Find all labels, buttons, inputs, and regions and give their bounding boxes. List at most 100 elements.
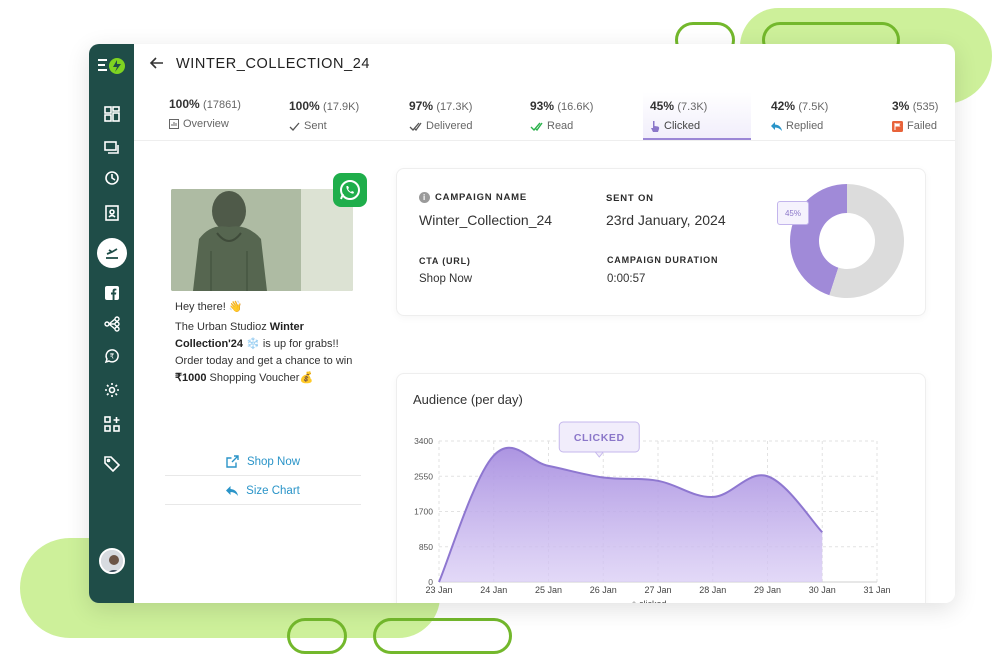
- stat-label: Sent: [304, 120, 327, 132]
- payments-icon[interactable]: ₹: [97, 342, 127, 370]
- stat-label: Overview: [183, 118, 229, 130]
- decorative-pill: [287, 618, 347, 654]
- message-text-part: The Urban Studioz: [175, 321, 270, 333]
- chat-icon[interactable]: [97, 134, 127, 162]
- stat-percent: 97%: [409, 99, 434, 113]
- stat-tab-overview[interactable]: 100% (17861) Overview: [169, 92, 269, 140]
- sidebar: ₹: [89, 44, 134, 603]
- campaign-duration-label: CAMPAIGN DURATION: [607, 255, 719, 265]
- legend-marker: [632, 601, 636, 603]
- message-body: Hey there! 👋 The Urban Studioz Winter Co…: [175, 299, 365, 387]
- decorative-pill: [373, 618, 512, 654]
- stat-percent: 3%: [892, 99, 910, 113]
- campaign-name-label: i CAMPAIGN NAME: [419, 192, 527, 203]
- stat-label: Delivered: [426, 120, 473, 132]
- shop-now-button[interactable]: Shop Now: [165, 448, 361, 476]
- contacts-icon[interactable]: [97, 199, 127, 227]
- x-tick-label: 31 Jan: [863, 585, 890, 595]
- chart-tooltip-pointer: [594, 451, 605, 458]
- facebook-icon[interactable]: [97, 279, 127, 307]
- stat-tab-failed[interactable]: 3% (535) Failed: [892, 92, 955, 140]
- info-icon[interactable]: i: [419, 192, 430, 203]
- stat-tab-replied[interactable]: 42% (7.5K) Replied: [771, 92, 871, 140]
- y-tick-label: 850: [419, 542, 433, 552]
- check-icon: [289, 122, 300, 131]
- user-avatar[interactable]: [99, 548, 125, 574]
- stats-bar: 100% (17861) Overview 100% (17.9K) Sent …: [134, 92, 955, 140]
- x-tick-label: 23 Jan: [425, 585, 452, 595]
- tag-icon[interactable]: [97, 450, 127, 478]
- donut-percent-tooltip: 45%: [777, 201, 809, 225]
- shop-now-label: Shop Now: [246, 455, 301, 468]
- svg-text:₹: ₹: [110, 353, 115, 361]
- stat-count: (535): [912, 101, 939, 113]
- page-title: WINTER_COLLECTION_24: [176, 56, 371, 72]
- legend-label[interactable]: clicked: [639, 599, 667, 603]
- stat-count: (7.5K): [798, 101, 829, 113]
- stat-percent: 42%: [771, 99, 796, 113]
- integrations-icon[interactable]: [97, 410, 127, 438]
- stat-count: (17861): [203, 99, 241, 111]
- dashboard-icon[interactable]: [97, 100, 127, 128]
- stat-count: (17.9K): [323, 101, 360, 113]
- reply-icon: [771, 121, 782, 131]
- stat-percent: 45%: [650, 99, 675, 113]
- whatsapp-icon: [333, 173, 367, 207]
- stat-tab-delivered[interactable]: 97% (17.3K) Delivered: [409, 92, 509, 140]
- pointer-hand-icon: [651, 121, 660, 132]
- y-tick-label: 1700: [414, 507, 433, 517]
- x-tick-label: 30 Jan: [809, 585, 836, 595]
- sent-on-label: SENT ON: [606, 193, 654, 204]
- campaign-name-value: Winter_Collection_24: [419, 212, 553, 228]
- stat-count: (16.6K): [557, 101, 594, 113]
- double-check-icon: [409, 122, 422, 131]
- stat-tab-sent[interactable]: 100% (17.9K) Sent: [289, 92, 389, 140]
- external-link-icon: [226, 455, 239, 468]
- clicked-area: [439, 447, 823, 582]
- x-tick-label: 28 Jan: [699, 585, 726, 595]
- cta-url-label: CTA (URL): [419, 256, 471, 266]
- stat-count: (17.3K): [436, 101, 473, 113]
- audience-area-chart: 085017002550340023 Jan 24 Jan 25 Jan 26 Jan…: [414, 421, 891, 603]
- x-tick-label: 24 Jan: [480, 585, 507, 595]
- x-tick-label: 27 Jan: [644, 585, 671, 595]
- app-logo[interactable]: [95, 54, 129, 78]
- campaign-duration-value: 0:00:57: [607, 273, 646, 285]
- y-tick-label: 2550: [414, 471, 433, 481]
- main-content: Hey there! 👋 The Urban Studioz Winter Co…: [134, 141, 955, 603]
- back-arrow-icon[interactable]: [148, 54, 166, 72]
- stat-label: Clicked: [664, 120, 701, 132]
- stat-percent: 100%: [169, 97, 200, 111]
- chart-icon: [169, 119, 179, 129]
- chart-tooltip-label: CLICKED: [574, 432, 625, 444]
- campaign-details-card: i CAMPAIGN NAME Winter_Collection_24 SENT…: [396, 168, 926, 316]
- flow-icon[interactable]: [97, 310, 127, 338]
- stat-percent: 93%: [530, 99, 555, 113]
- stat-tab-clicked[interactable]: 45% (7.3K) Clicked: [643, 92, 751, 140]
- stat-label: Replied: [786, 120, 824, 132]
- settings-icon[interactable]: [97, 376, 127, 404]
- clicked-donut-chart: [790, 184, 904, 298]
- stat-label: Read: [547, 120, 574, 132]
- x-tick-label: 26 Jan: [590, 585, 617, 595]
- history-icon[interactable]: [97, 164, 127, 192]
- reply-icon: [226, 485, 239, 496]
- failed-flag-icon: [892, 120, 903, 132]
- double-check-green-icon: [530, 122, 543, 131]
- stat-count: (7.3K): [677, 101, 708, 113]
- sent-on-value: 23rd January, 2024: [606, 212, 726, 228]
- campaigns-icon[interactable]: [97, 238, 127, 268]
- x-tick-label: 25 Jan: [535, 585, 562, 595]
- stat-label: Failed: [907, 120, 937, 132]
- size-chart-button[interactable]: Size Chart: [165, 477, 361, 505]
- message-voucher-amount: ₹1000: [175, 372, 207, 384]
- x-tick-label: 29 Jan: [754, 585, 781, 595]
- campaign-image: [171, 189, 353, 291]
- audience-chart-card: Audience (per day) 0 850 1700 2550 3400 23 Ja…: [396, 373, 926, 603]
- cta-url-value: Shop Now: [419, 273, 473, 285]
- size-chart-label: Size Chart: [246, 484, 300, 497]
- app-window: ₹ WINTER_COLLECTION_24 100% (17861) Over…: [89, 44, 955, 603]
- stat-percent: 100%: [289, 99, 320, 113]
- message-text: The Urban Studioz Winter Collection'24 ❄…: [175, 319, 365, 387]
- stat-tab-read[interactable]: 93% (16.6K) Read: [530, 92, 630, 140]
